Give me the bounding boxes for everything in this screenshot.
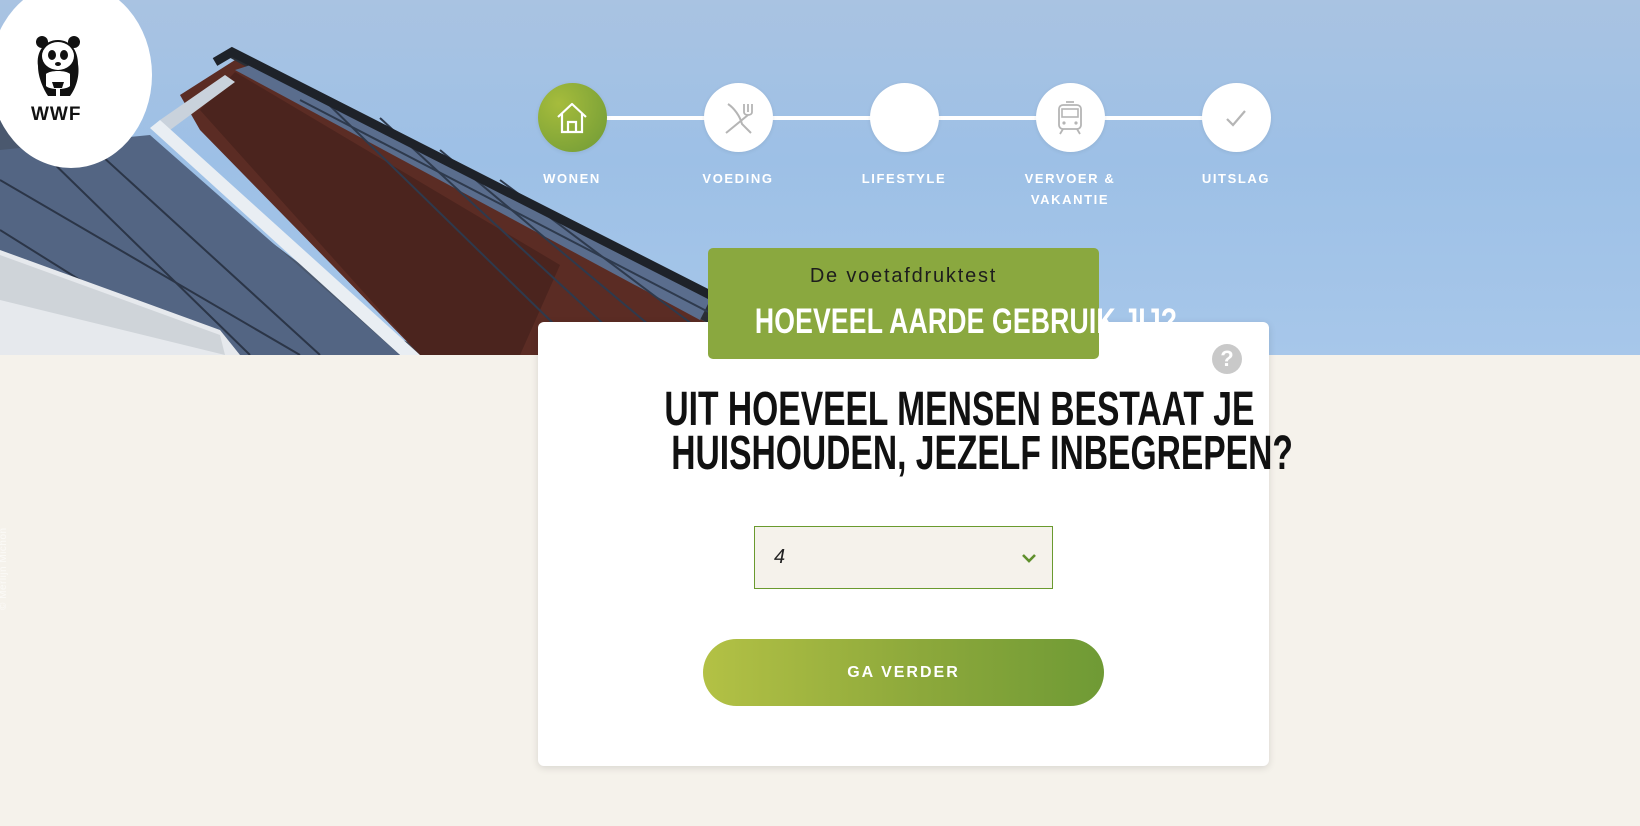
brand-wordmark: WWF — [31, 104, 82, 125]
step-label: UITSLAG — [1201, 171, 1271, 186]
panda-icon — [36, 36, 80, 96]
continue-button[interactable]: GA VERDER — [703, 639, 1104, 706]
step-lifestyle[interactable]: LIFESTYLE — [849, 83, 959, 189]
cutlery-icon — [725, 102, 753, 134]
question-card: ? UIT HOEVEEL MENSEN BESTAAT JE HUISHOUD… — [538, 322, 1293, 766]
step-label: VERVOER & VAKANTIE — [1024, 171, 1116, 207]
step-label: WONEN — [543, 171, 601, 186]
photo-credit: © Merlijn Michon — [0, 490, 10, 630]
progress-stepper: WONEN VOEDING LIFESTYLE VERVOER & VAKANT… — [537, 83, 1271, 213]
household-size-select[interactable]: 4 — [754, 526, 1053, 589]
test-kicker: De voetafdruktest — [809, 265, 998, 287]
test-title-tag: De voetafdruktest HOEVEEL AARDE GEBRUIK … — [708, 248, 1178, 359]
step-wonen[interactable]: WONEN — [517, 83, 627, 189]
step-label: VOEDING — [702, 171, 774, 186]
step-voeding[interactable]: VOEDING — [683, 83, 793, 189]
help-icon[interactable]: ? — [1212, 344, 1242, 374]
test-title: HOEVEEL AARDE GEBRUIK JIJ? — [754, 302, 1178, 341]
step-label: LIFESTYLE — [861, 171, 947, 186]
step-lifestyle-circle — [869, 83, 939, 152]
check-icon — [1226, 109, 1246, 127]
step-uitslag-circle — [1201, 83, 1271, 152]
question-line-1: UIT HOEVEEL MENSEN BESTAAT JE — [664, 383, 1255, 436]
question-line-2: HUISHOUDEN, JEZELF INBEGREPEN? — [671, 427, 1293, 480]
photo-credit-text: © Merlijn Michon — [0, 527, 9, 610]
question-text: UIT HOEVEEL MENSEN BESTAAT JE HUISHOUDEN… — [538, 383, 1292, 478]
step-uitslag[interactable]: UITSLAG — [1181, 83, 1291, 189]
chevron-down-icon — [1022, 554, 1036, 563]
house-icon — [557, 102, 587, 133]
step-voeding-circle — [703, 83, 773, 152]
step-wonen-circle — [537, 83, 607, 152]
step-vervoer-vakantie[interactable]: VERVOER & VAKANTIE — [1015, 83, 1125, 210]
step-vervoer-circle — [1035, 83, 1105, 152]
train-icon — [1058, 100, 1082, 134]
select-value: 4 — [774, 546, 786, 568]
